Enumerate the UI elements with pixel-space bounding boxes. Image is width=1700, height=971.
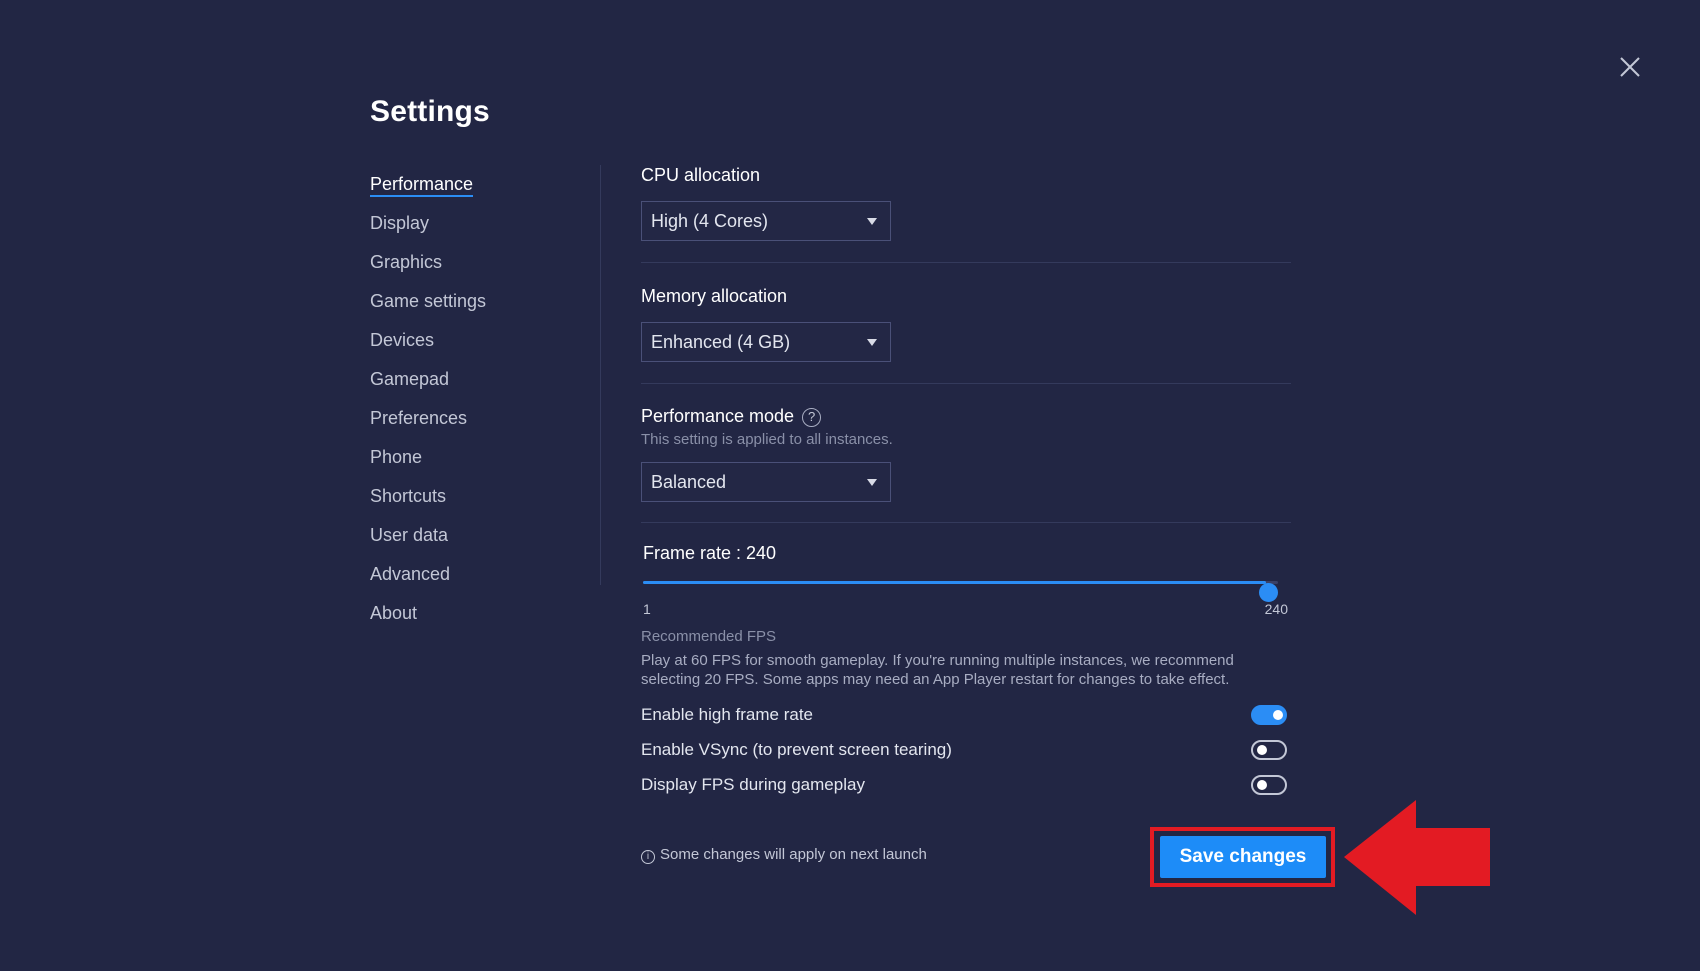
sidebar-item-gamepad[interactable]: Gamepad	[370, 367, 590, 406]
settings-page: Settings Performance Display Graphics Ga…	[0, 0, 1700, 971]
memory-allocation-label: Memory allocation	[641, 286, 788, 306]
page-title: Settings	[370, 95, 490, 128]
slider-fill	[643, 581, 1266, 584]
memory-allocation-value: Enhanced (4 GB)	[651, 332, 791, 352]
sidebar-item-game-settings[interactable]: Game settings	[370, 289, 590, 328]
sidebar-item-label: Display	[370, 213, 430, 233]
performance-panel: CPU allocation High (4 Cores) Memory all…	[641, 165, 1291, 808]
close-button[interactable]	[1617, 54, 1643, 80]
sidebar-item-label: User data	[370, 525, 449, 545]
next-launch-text: Some changes will apply on next launch	[660, 846, 927, 863]
slider-min-label: 1	[643, 601, 651, 617]
sidebar-item-label: Advanced	[370, 564, 451, 584]
performance-mode-note: This setting is applied to all instances…	[641, 431, 893, 448]
high-frame-rate-toggle[interactable]	[1251, 705, 1287, 725]
toggle-row-display-fps: Display FPS during gameplay	[641, 773, 1291, 808]
sidebar-item-advanced[interactable]: Advanced	[370, 562, 590, 601]
chevron-down-icon	[867, 218, 877, 225]
sidebar: Performance Display Graphics Game settin…	[370, 172, 590, 640]
frame-rate-label: Frame rate : 240	[643, 543, 777, 563]
toggle-knob	[1273, 710, 1283, 720]
sidebar-item-shortcuts[interactable]: Shortcuts	[370, 484, 590, 523]
toggle-row-vsync: Enable VSync (to prevent screen tearing)	[641, 738, 1291, 773]
close-icon	[1620, 57, 1640, 77]
display-fps-toggle[interactable]	[1251, 775, 1287, 795]
performance-mode-label: Performance mode	[641, 406, 795, 426]
toggle-label: Display FPS during gameplay	[641, 775, 865, 794]
sidebar-item-display[interactable]: Display	[370, 211, 590, 250]
performance-mode-value: Balanced	[651, 472, 727, 492]
info-icon: i	[641, 850, 655, 864]
sidebar-divider	[600, 165, 601, 585]
sidebar-item-graphics[interactable]: Graphics	[370, 250, 590, 289]
sidebar-item-label: About	[370, 603, 418, 623]
toggle-knob	[1257, 745, 1267, 755]
sidebar-item-label: Devices	[370, 330, 435, 350]
sidebar-item-label: Graphics	[370, 252, 443, 272]
slider-track	[643, 581, 1278, 602]
sidebar-item-performance[interactable]: Performance	[370, 172, 590, 211]
sidebar-item-phone[interactable]: Phone	[370, 445, 590, 484]
slider-max-label: 240	[1264, 601, 1288, 617]
sidebar-item-devices[interactable]: Devices	[370, 328, 590, 367]
chevron-down-icon	[867, 479, 877, 486]
memory-allocation-select[interactable]: Enhanced (4 GB)	[641, 322, 891, 362]
sidebar-item-label: Gamepad	[370, 369, 450, 389]
sidebar-item-label: Game settings	[370, 291, 487, 311]
red-arrow-icon	[1344, 800, 1490, 915]
help-icon[interactable]: ?	[802, 408, 822, 427]
sidebar-item-label: Phone	[370, 447, 423, 467]
performance-mode-label-row: Performance mode?	[641, 406, 1291, 427]
sidebar-item-user-data[interactable]: User data	[370, 523, 590, 562]
performance-mode-select[interactable]: Balanced	[641, 462, 891, 502]
vsync-toggle[interactable]	[1251, 740, 1287, 760]
recommended-fps-text: Play at 60 FPS for smooth gameplay. If y…	[641, 652, 1234, 688]
sidebar-item-preferences[interactable]: Preferences	[370, 406, 590, 445]
chevron-down-icon	[867, 339, 877, 346]
sidebar-item-label: Preferences	[370, 408, 468, 428]
save-changes-button[interactable]: Save changes	[1160, 836, 1326, 878]
cpu-allocation-value: High (4 Cores)	[651, 211, 769, 231]
toggle-label: Enable VSync (to prevent screen tearing)	[641, 740, 952, 759]
toggle-label: Enable high frame rate	[641, 705, 813, 724]
cpu-allocation-label: CPU allocation	[641, 165, 761, 185]
frame-rate-slider[interactable]: 1 240	[641, 571, 1291, 621]
sidebar-item-label: Performance	[370, 174, 474, 197]
sidebar-item-label: Shortcuts	[370, 486, 447, 506]
toggle-row-high-frame-rate: Enable high frame rate	[641, 703, 1291, 738]
slider-thumb[interactable]	[1259, 583, 1278, 602]
cpu-allocation-select[interactable]: High (4 Cores)	[641, 201, 891, 241]
recommended-fps-title: Recommended FPS	[641, 628, 777, 645]
sidebar-item-about[interactable]: About	[370, 601, 590, 640]
toggle-knob	[1257, 780, 1267, 790]
next-launch-note: i Some changes will apply on next launch	[641, 846, 927, 864]
